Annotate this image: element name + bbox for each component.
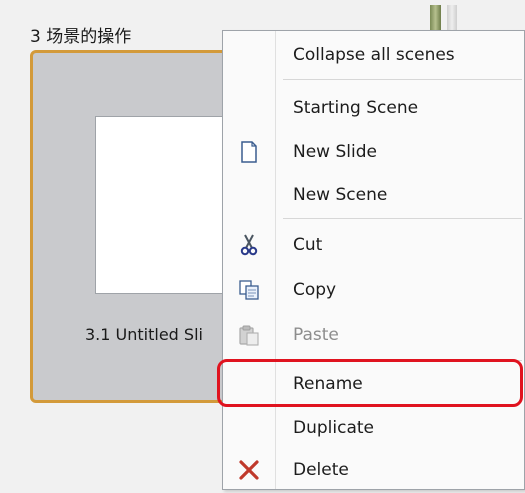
menu-item-duplicate[interactable]: Duplicate <box>223 405 524 451</box>
menu-item-copy[interactable]: Copy <box>223 267 524 313</box>
menu-item-label: Starting Scene <box>293 98 419 118</box>
menu-item-collapse-all-scenes[interactable]: Collapse all scenes <box>223 32 524 78</box>
menu-item-label: Delete <box>293 460 349 480</box>
context-menu: Collapse all scenes Starting Scene New S… <box>222 30 525 490</box>
menu-item-label: Cut <box>293 235 323 255</box>
paste-icon <box>223 312 275 358</box>
menu-item-label: Copy <box>293 280 337 300</box>
menu-item-new-scene[interactable]: New Scene <box>223 172 524 218</box>
menu-item-label: New Slide <box>293 142 377 162</box>
menu-item-cut[interactable]: Cut <box>223 222 524 268</box>
menu-item-new-slide[interactable]: New Slide <box>223 129 524 175</box>
menu-item-label: New Scene <box>293 185 388 205</box>
menu-item-label: Collapse all scenes <box>293 45 455 65</box>
slide-label: 3.1 Untitled Sli <box>85 325 203 344</box>
menu-item-starting-scene[interactable]: Starting Scene <box>223 85 524 131</box>
menu-item-delete[interactable]: Delete <box>223 447 524 493</box>
menu-item-paste[interactable]: Paste <box>223 312 524 358</box>
copy-icon <box>223 267 275 313</box>
menu-item-label: Duplicate <box>293 418 374 438</box>
menu-separator <box>283 218 522 219</box>
menu-separator <box>283 79 522 80</box>
scissors-icon <box>223 222 275 268</box>
delete-x-icon <box>223 447 275 493</box>
new-slide-icon <box>223 129 275 175</box>
scene-title: 3 场景的操作 <box>30 27 132 47</box>
menu-item-label: Paste <box>293 325 339 345</box>
rename-highlight-box <box>217 359 523 407</box>
